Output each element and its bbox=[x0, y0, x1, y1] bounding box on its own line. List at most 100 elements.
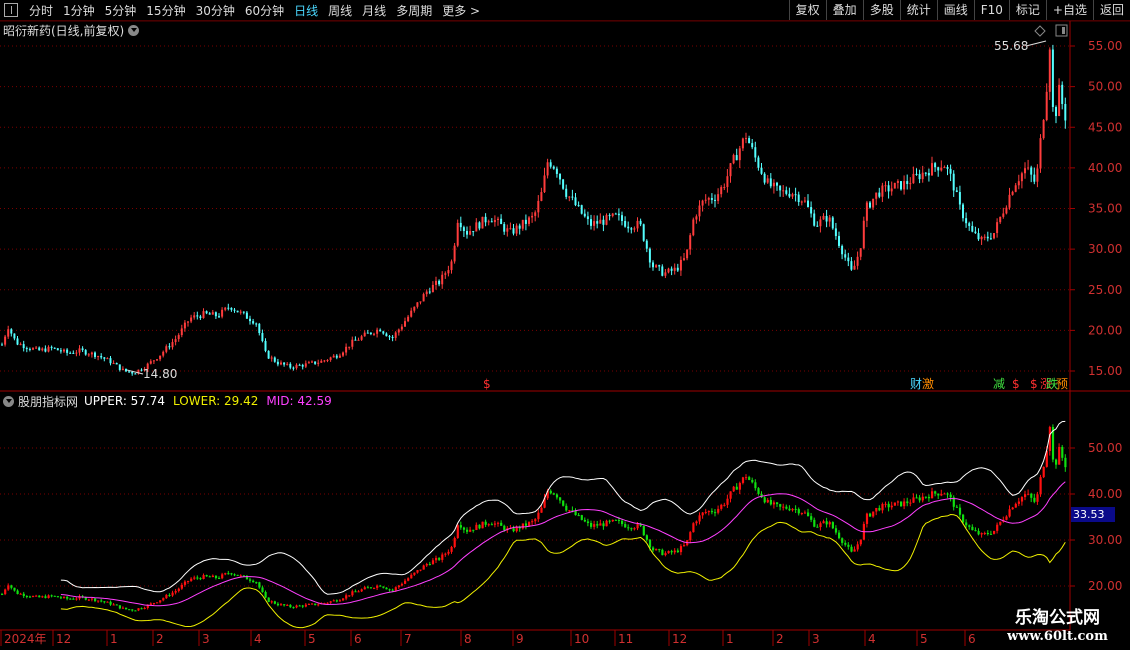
upper-band-line bbox=[60, 420, 1066, 595]
indicator-candle-body bbox=[763, 497, 766, 503]
candle-body bbox=[621, 215, 623, 221]
indicator-candle-body bbox=[524, 523, 528, 526]
indicator-candle-body bbox=[955, 506, 958, 508]
indicator-candle-body bbox=[999, 521, 1002, 525]
candle-body bbox=[22, 344, 25, 349]
diamond-icon[interactable] bbox=[1034, 25, 1046, 37]
indicator-candle-body bbox=[869, 513, 872, 517]
candle-body bbox=[918, 174, 921, 180]
indicator-candle-body bbox=[1030, 493, 1033, 498]
candle-body bbox=[788, 193, 791, 197]
candle-body bbox=[828, 217, 831, 222]
candle-body bbox=[41, 348, 44, 351]
kline-chart[interactable]: 55.00 50.00 45.00 40.00 35.00 30.00 25.00 20.00… bbox=[0, 0, 1130, 650]
indicator-candle-body bbox=[816, 526, 819, 528]
candle-body bbox=[500, 218, 503, 225]
indicator-candle-body bbox=[909, 502, 912, 504]
candle-body bbox=[776, 182, 778, 186]
candle-body bbox=[549, 162, 552, 167]
candle-body bbox=[974, 231, 977, 234]
indicator-candle-body bbox=[4, 589, 7, 595]
indicator-candle-body bbox=[754, 482, 757, 489]
candle-body bbox=[1030, 167, 1033, 175]
candle-body bbox=[171, 342, 174, 348]
candle-body bbox=[760, 167, 763, 174]
candle-body bbox=[373, 333, 375, 335]
indicator-candle-body bbox=[1042, 466, 1045, 478]
indicator-candle-body bbox=[704, 512, 707, 514]
event-mark-finance[interactable]: 财 bbox=[910, 377, 922, 391]
indicator-candle-body bbox=[1055, 459, 1058, 465]
candle-body bbox=[252, 321, 255, 324]
candle-body bbox=[568, 196, 571, 198]
candle-body bbox=[816, 225, 819, 227]
indicator-candle-body bbox=[679, 546, 683, 553]
candle-body bbox=[996, 222, 999, 234]
candle-body bbox=[419, 301, 422, 303]
candle-body bbox=[596, 221, 599, 224]
indicator-candle-body bbox=[819, 523, 822, 528]
event-mark-incentive[interactable]: 激 bbox=[922, 377, 934, 391]
event-mark-forecast[interactable]: 预 bbox=[1056, 377, 1068, 391]
candle-body bbox=[493, 219, 496, 223]
indicator-candle-body bbox=[537, 512, 540, 520]
indicator-candle-body bbox=[469, 529, 472, 532]
indicator-candle-body bbox=[404, 580, 407, 584]
indicator-candle-body bbox=[689, 532, 692, 541]
candle-body bbox=[710, 198, 713, 200]
indicator-candle-body bbox=[143, 607, 146, 609]
indicator-candle-body bbox=[1061, 446, 1064, 458]
event-mark-reduce[interactable]: 减 bbox=[993, 377, 1005, 391]
indicator-candle-body bbox=[63, 596, 66, 598]
event-mark-dollar[interactable]: $ bbox=[1012, 377, 1020, 391]
candle-body bbox=[329, 357, 332, 360]
indicator-candle-body bbox=[301, 605, 304, 607]
indicator-candle-body bbox=[875, 507, 878, 512]
candle-body bbox=[382, 331, 385, 334]
chevron-down-icon[interactable] bbox=[3, 395, 14, 407]
indicator-candle-body bbox=[174, 590, 177, 593]
panel-expand-icon[interactable] bbox=[1055, 24, 1068, 37]
candle-body bbox=[844, 254, 847, 258]
indicator-candle-body bbox=[140, 608, 143, 610]
indicator-candle-body bbox=[152, 602, 156, 604]
indicator-candle-body bbox=[968, 525, 971, 527]
chevron-down-icon[interactable] bbox=[128, 24, 140, 36]
indicator-candle-body bbox=[540, 507, 543, 513]
candle-body bbox=[512, 228, 515, 234]
indicator-candle-body bbox=[444, 553, 447, 555]
candle-body bbox=[679, 259, 682, 271]
candle-body bbox=[298, 364, 301, 366]
candle-body bbox=[785, 190, 788, 194]
candle-body bbox=[391, 336, 394, 338]
indicator-candle-body bbox=[965, 522, 968, 526]
candle-body bbox=[118, 364, 121, 370]
event-mark-dollar[interactable]: $ bbox=[483, 377, 491, 391]
price-tick-label: 55.00 bbox=[1088, 39, 1122, 53]
indicator-candle-body bbox=[732, 486, 735, 492]
candle-body bbox=[893, 182, 896, 189]
candle-body bbox=[38, 347, 41, 351]
indicator-candle-body bbox=[881, 504, 884, 511]
candle-body bbox=[993, 233, 995, 239]
candle-body bbox=[546, 162, 549, 176]
indicator-candle-body bbox=[1039, 477, 1042, 495]
indicator-candle-body bbox=[652, 547, 655, 551]
indicator-candle-body bbox=[462, 527, 466, 530]
candle-body bbox=[958, 192, 961, 205]
candle-body bbox=[865, 202, 868, 221]
candle-body bbox=[661, 266, 664, 276]
indicator-candle-body bbox=[292, 607, 295, 609]
candle-body bbox=[503, 224, 506, 232]
indicator-candle-body bbox=[230, 573, 233, 575]
indicator-panel-title: 股朋指标网 UPPER: 57.74 LOWER: 29.42 MID: 42.… bbox=[3, 393, 332, 409]
indicator-candle-body bbox=[878, 507, 881, 511]
candle-body bbox=[1064, 103, 1067, 121]
candle-body bbox=[53, 347, 56, 349]
candle-body bbox=[645, 240, 648, 249]
event-mark-dollar[interactable]: $ bbox=[1030, 377, 1038, 391]
candle-body bbox=[478, 222, 481, 229]
time-axis-label: 11 bbox=[618, 632, 633, 646]
indicator-candle-body bbox=[834, 528, 838, 533]
candle-body bbox=[193, 315, 196, 318]
